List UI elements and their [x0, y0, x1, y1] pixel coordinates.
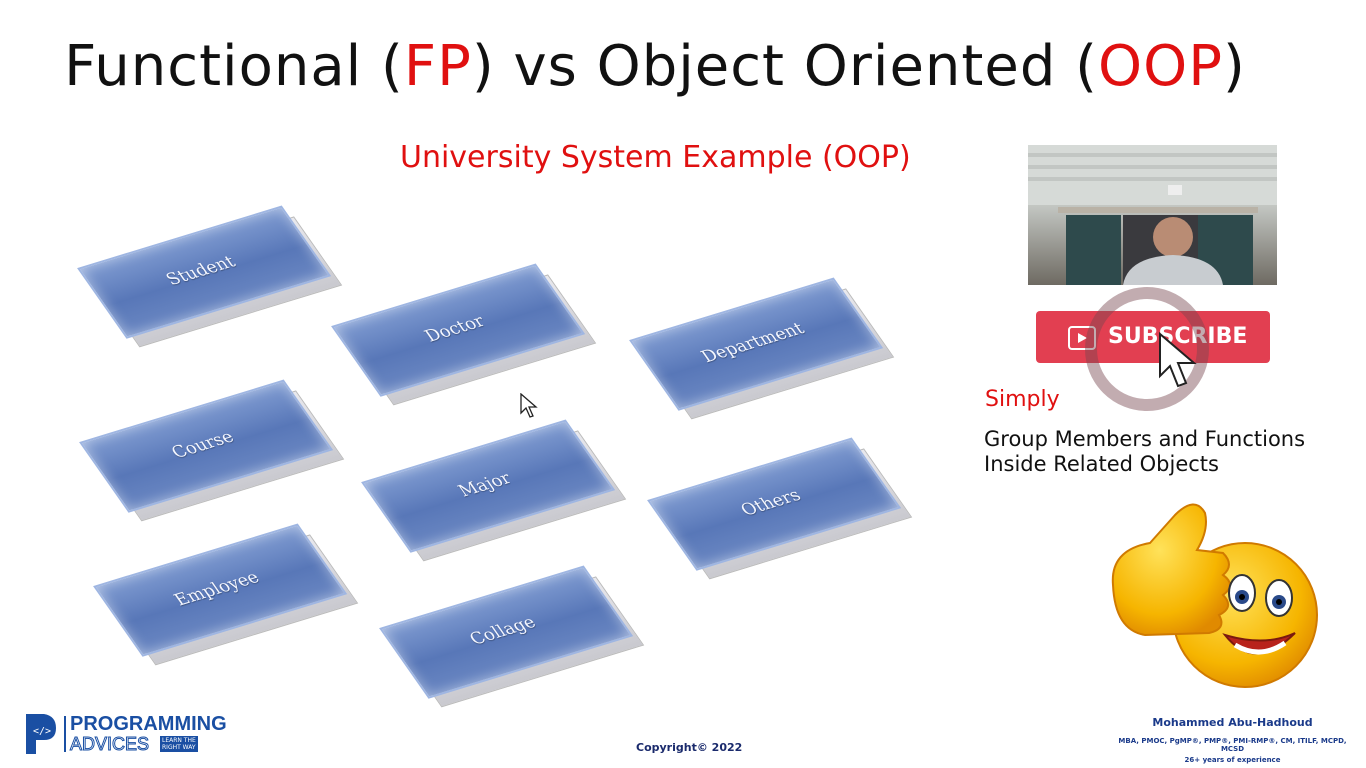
- logo-tagline-2: RIGHT WAY: [162, 744, 196, 751]
- presenter-video: [1028, 145, 1277, 285]
- mouse-pointer-icon: [520, 393, 538, 418]
- slide-title: Functional (FP) vs Object Oriented (OOP): [0, 34, 1310, 99]
- logo-tagline: LEARN THE RIGHT WAY: [160, 736, 198, 752]
- title-fp: FP: [403, 34, 472, 99]
- title-part2: ) vs Object Oriented (: [471, 34, 1099, 99]
- tile-others: Others: [647, 437, 913, 580]
- tile-department: Department: [629, 277, 895, 420]
- programming-advices-logo: </> PROGRAMMING ADVICES LEARN THE RIGHT …: [22, 712, 232, 756]
- presenter-image: [1028, 145, 1277, 285]
- copyright-text: Copyright© 2022: [636, 741, 743, 754]
- title-part3: ): [1222, 34, 1246, 99]
- author-certs: MBA, PMOC, PgMP®, PMP®, PMI-RMP®, CM, IT…: [1118, 737, 1347, 753]
- description-line1: Group Members and Functions: [984, 427, 1306, 451]
- author-experience: 26+ years of experience: [1184, 756, 1281, 764]
- logo-text-programming: PROGRAMMING: [70, 713, 227, 735]
- tile-major: Major: [361, 419, 627, 562]
- hand-cursor-icon: [1159, 332, 1197, 388]
- description: Group Members and Functions Inside Relat…: [984, 427, 1305, 477]
- logo-text-advices: ADVICES: [69, 734, 150, 755]
- simply-label: Simply: [985, 387, 1060, 412]
- tile-student: Student: [77, 205, 343, 348]
- tile-employee: Employee: [93, 523, 359, 666]
- tile-doctor: Doctor: [331, 263, 597, 406]
- thumbs-up-emoji-icon: [1111, 503, 1318, 688]
- svg-text:</>: </>: [33, 726, 51, 737]
- logo-tagline-1: LEARN THE: [162, 737, 196, 744]
- slide-subtitle: University System Example (OOP): [400, 140, 911, 175]
- description-line2: Inside Related Objects: [984, 452, 1219, 476]
- author-name: Mohammed Abu-Hadhoud: [1152, 716, 1313, 729]
- author-block: Mohammed Abu-Hadhoud MBA, PMOC, PgMP®, P…: [1110, 716, 1355, 764]
- tile-course: Course: [79, 379, 345, 522]
- title-part1: Functional (: [64, 34, 404, 99]
- title-oop: OOP: [1098, 34, 1223, 99]
- tile-collage: Collage: [379, 565, 645, 708]
